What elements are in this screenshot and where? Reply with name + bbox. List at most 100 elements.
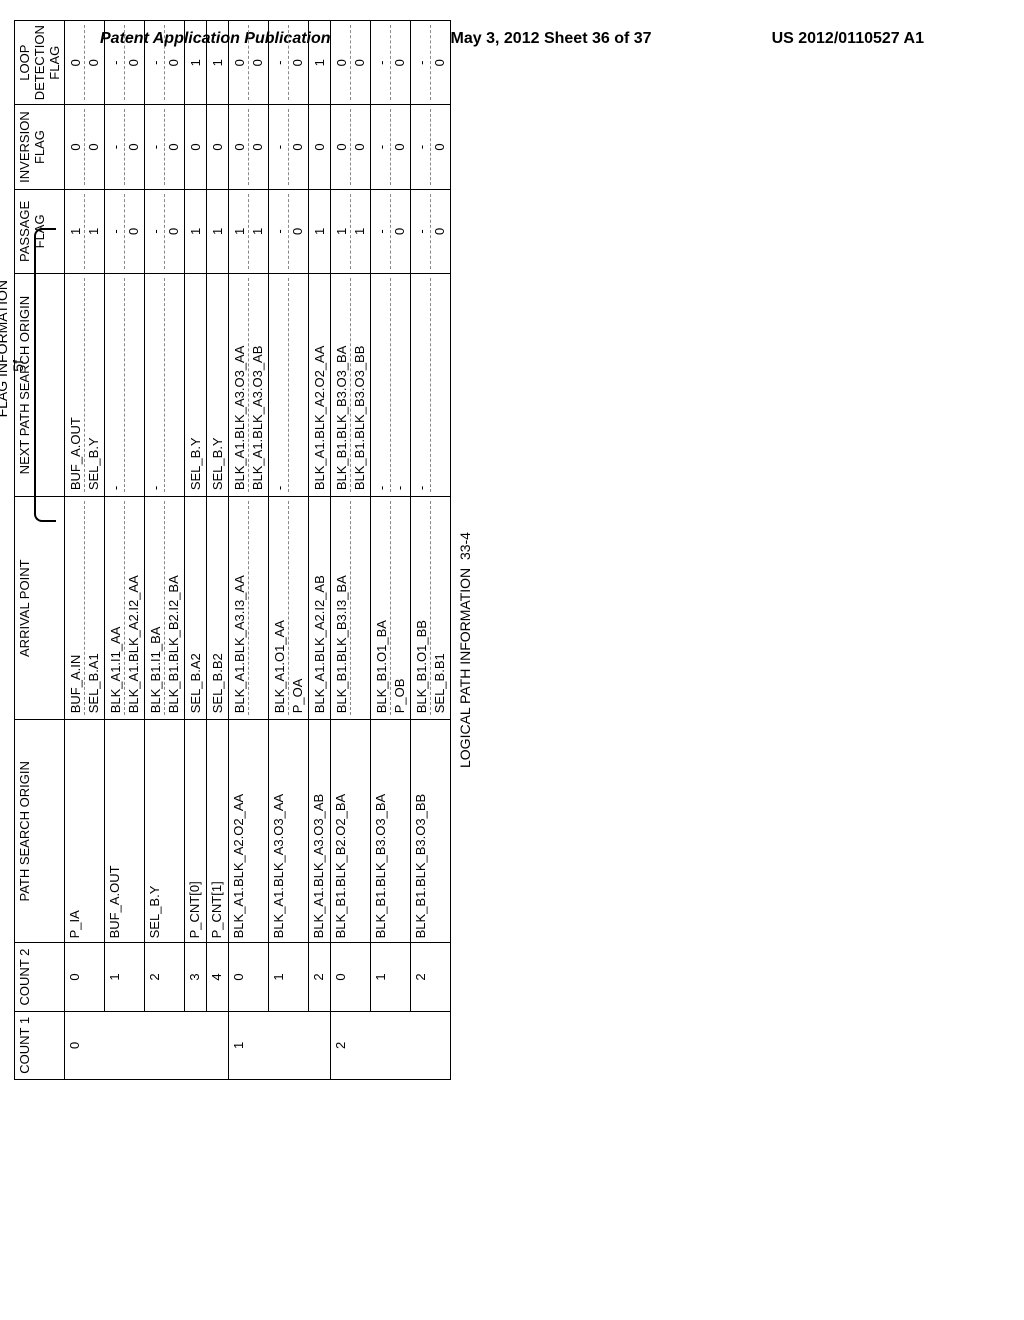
logical-path-table: COUNT 1COUNT 2PATH SEARCH ORIGINARRIVAL … — [14, 20, 451, 1080]
origin-cell: P_IA — [65, 720, 105, 943]
arrival-cell: BLK_B1.BLK_B3.I3_BA — [331, 497, 371, 720]
inversion-cell: 00 — [229, 105, 269, 189]
count1-cell: 2 — [331, 1011, 451, 1079]
next-cell: SEL_B.Y — [207, 274, 229, 497]
inversion-cell: 0 — [185, 105, 207, 189]
figure-container: FIG.21C FLAG INFORMATION 5f COUNT 1COUNT… — [0, 220, 1024, 1080]
table-caption: LOGICAL PATH INFORMATION 33-4 — [457, 220, 473, 1080]
table-row: 1BLK_B1.BLK_B3.O3_BABLK_B1.O1_BAP_OB---0… — [371, 21, 411, 1080]
loop-cell: 00 — [331, 21, 371, 105]
origin-cell: BLK_A1.BLK_A2.O2_AA — [229, 720, 269, 943]
origin-cell: BLK_B1.BLK_B3.O3_BB — [411, 720, 451, 943]
next-cell: - — [269, 274, 309, 497]
table-row: 10BLK_A1.BLK_A2.O2_AABLK_A1.BLK_A3.I3_AA… — [229, 21, 269, 1080]
next-cell: BLK_A1.BLK_A3.O3_AABLK_A1.BLK_A3.O3_AB — [229, 274, 269, 497]
flag-info-num: 5f — [10, 360, 26, 372]
next-cell: SEL_B.Y — [185, 274, 207, 497]
col-header-origin: PATH SEARCH ORIGIN — [15, 720, 65, 943]
origin-cell: BLK_B1.BLK_B3.O3_BA — [371, 720, 411, 943]
next-cell: -- — [371, 274, 411, 497]
count2-cell: 1 — [105, 943, 145, 1011]
passage-cell: 1 — [207, 189, 229, 273]
passage-cell: 1 — [309, 189, 331, 273]
inversion-cell: -0 — [371, 105, 411, 189]
arrival-cell: SEL_B.B2 — [207, 497, 229, 720]
count2-cell: 2 — [411, 943, 451, 1011]
passage-cell: 1 — [185, 189, 207, 273]
origin-cell: P_CNT[1] — [207, 720, 229, 943]
next-cell: - — [145, 274, 185, 497]
flag-info-label: FLAG INFORMATION — [0, 280, 10, 417]
origin-cell: BUF_A.OUT — [105, 720, 145, 943]
passage-cell: -0 — [145, 189, 185, 273]
next-cell: BLK_A1.BLK_A2.O2_AA — [309, 274, 331, 497]
passage-cell: 11 — [229, 189, 269, 273]
inversion-cell: 00 — [331, 105, 371, 189]
inversion-cell: -0 — [411, 105, 451, 189]
count1-cell: 0 — [65, 1011, 229, 1079]
next-cell: BLK_B1.BLK_B3.O3_BABLK_B1.BLK_B3.O3_BB — [331, 274, 371, 497]
origin-cell: BLK_A1.BLK_A3.O3_AB — [309, 720, 331, 943]
inversion-cell: -0 — [269, 105, 309, 189]
count2-cell: 3 — [185, 943, 207, 1011]
loop-cell: -0 — [269, 21, 309, 105]
loop-cell: 1 — [207, 21, 229, 105]
count2-cell: 0 — [65, 943, 105, 1011]
loop-cell: 1 — [309, 21, 331, 105]
arrival-cell: BLK_A1.BLK_A3.I3_AA — [229, 497, 269, 720]
table-row: 2BLK_B1.BLK_B3.O3_BBBLK_B1.O1_BBSEL_B.B1… — [411, 21, 451, 1080]
flag-brace — [34, 228, 56, 522]
passage-cell: 11 — [331, 189, 371, 273]
inversion-cell: 0 — [309, 105, 331, 189]
table-row: 2BLK_A1.BLK_A3.O3_ABBLK_A1.BLK_A2.I2_ABB… — [309, 21, 331, 1080]
inversion-cell: -0 — [145, 105, 185, 189]
arrival-cell: BLK_A1.O1_AAP_OA — [269, 497, 309, 720]
passage-cell: -0 — [371, 189, 411, 273]
passage-cell: -0 — [105, 189, 145, 273]
table-row: 1BUF_A.OUTBLK_A1.I1_AABLK_A1.BLK_A2.I2_A… — [105, 21, 145, 1080]
col-header-inversion: INVERSION FLAG — [15, 105, 65, 189]
count2-cell: 0 — [331, 943, 371, 1011]
arrival-cell: BLK_B1.O1_BAP_OB — [371, 497, 411, 720]
next-cell: BUF_A.OUTSEL_B.Y — [65, 274, 105, 497]
header-center: May 3, 2012 Sheet 36 of 37 — [451, 30, 652, 48]
arrival-cell: BUF_A.INSEL_B.A1 — [65, 497, 105, 720]
count2-cell: 4 — [207, 943, 229, 1011]
origin-cell: SEL_B.Y — [145, 720, 185, 943]
inversion-cell: 00 — [65, 105, 105, 189]
arrival-cell: SEL_B.A2 — [185, 497, 207, 720]
origin-cell: BLK_A1.BLK_A3.O3_AA — [269, 720, 309, 943]
count2-cell: 1 — [371, 943, 411, 1011]
passage-cell: -0 — [411, 189, 451, 273]
table-row: 1BLK_A1.BLK_A3.O3_AABLK_A1.O1_AAP_OA- -0… — [269, 21, 309, 1080]
col-header-count1: COUNT 1 — [15, 1011, 65, 1079]
table-row: 2SEL_B.YBLK_B1.I1_BABLK_B1.BLK_B2.I2_BA-… — [145, 21, 185, 1080]
caption-text: LOGICAL PATH INFORMATION — [457, 568, 473, 768]
loop-cell: -0 — [145, 21, 185, 105]
col-header-count2: COUNT 2 — [15, 943, 65, 1011]
loop-cell: -0 — [371, 21, 411, 105]
loop-cell: -0 — [411, 21, 451, 105]
origin-cell: BLK_B1.BLK_B2.O2_BA — [331, 720, 371, 943]
next-cell: - — [411, 274, 451, 497]
count2-cell: 2 — [145, 943, 185, 1011]
table-row: 00P_IABUF_A.INSEL_B.A1BUF_A.OUTSEL_B.Y11… — [65, 21, 105, 1080]
count2-cell: 0 — [229, 943, 269, 1011]
arrival-cell: BLK_A1.I1_AABLK_A1.BLK_A2.I2_AA — [105, 497, 145, 720]
table-row: 3P_CNT[0]SEL_B.A2SEL_B.Y101 — [185, 21, 207, 1080]
passage-cell: -0 — [269, 189, 309, 273]
loop-cell: 00 — [65, 21, 105, 105]
caption-ref: 33-4 — [457, 532, 473, 560]
inversion-cell: 0 — [207, 105, 229, 189]
count2-cell: 1 — [269, 943, 309, 1011]
arrival-cell: BLK_B1.O1_BBSEL_B.B1 — [411, 497, 451, 720]
col-header-loop: LOOP DETECTION FLAG — [15, 21, 65, 105]
origin-cell: P_CNT[0] — [185, 720, 207, 943]
loop-cell: 1 — [185, 21, 207, 105]
header-right: US 2012/0110527 A1 — [772, 30, 924, 48]
table-row: 4P_CNT[1]SEL_B.B2SEL_B.Y101 — [207, 21, 229, 1080]
arrival-cell: BLK_A1.BLK_A2.I2_AB — [309, 497, 331, 720]
count2-cell: 2 — [309, 943, 331, 1011]
loop-cell: 00 — [229, 21, 269, 105]
arrival-cell: BLK_B1.I1_BABLK_B1.BLK_B2.I2_BA — [145, 497, 185, 720]
